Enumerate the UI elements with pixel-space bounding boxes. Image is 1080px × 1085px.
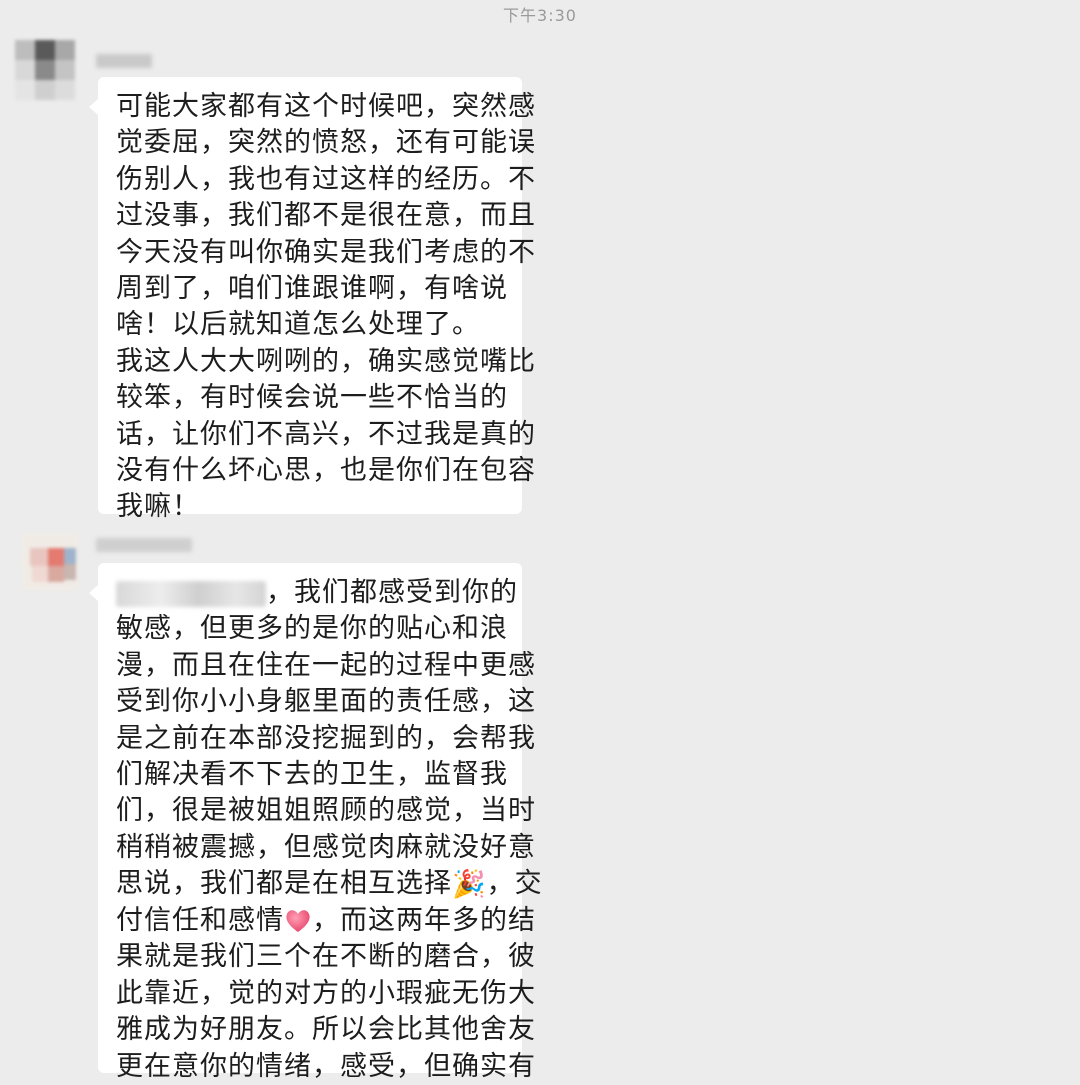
message-line: 果就是我们三个在不断的磨合，彼	[116, 941, 536, 973]
message-text: 付信任和感情	[116, 904, 284, 936]
sender-avatar-1[interactable]	[15, 40, 75, 100]
chat-timestamp: 下午3:30	[503, 6, 577, 25]
message-text: 思说，我们都是在相互选择	[116, 868, 452, 900]
sender-name-1	[96, 54, 152, 68]
message-bubble-1[interactable]: 可能大家都有这个时候吧，突然感 觉委屈，突然的愤怒，还有可能误 伤别人，我也有过…	[89, 77, 536, 522]
message-line: 过没事，我们都不是很在意，而且	[116, 200, 536, 232]
message-line: 思说，我们都是在相互选择🎉，交	[116, 866, 542, 903]
message-line: 受到你小小身躯里面的责任感，这	[116, 686, 536, 718]
message-line: 周到了，咱们谁跟谁啊，有啥说	[116, 273, 508, 305]
message-line: 我这人大大咧咧的，确实感觉嘴比	[116, 345, 536, 377]
sender-avatar-2[interactable]	[22, 534, 78, 590]
message-line: 们解决看不下去的卫生，监督我	[116, 759, 508, 791]
message-line: 漫，而且在住在一起的过程中更感	[116, 649, 536, 681]
message-line: 是之前在本部没挖掘到的，会帮我	[116, 722, 536, 754]
message-text: ，交	[486, 868, 543, 900]
message-line: 没有什么坏心思，也是你们在包容	[116, 455, 536, 487]
message-line: 较笨，有时候会说一些不恰当的	[116, 382, 508, 414]
message-line: 我嘛！	[116, 491, 200, 523]
message-line: 今天没有叫你确实是我们考虑的不	[116, 236, 536, 268]
message-line: 们，很是被姐姐照顾的感觉，当时	[116, 795, 536, 827]
message-line: ，我们都感受到你的	[116, 575, 517, 611]
heart-icon	[286, 910, 310, 933]
message-line: 更在意你的情绪，感受，但确实有	[116, 1050, 536, 1082]
message-line: 付信任和感情 ，而这两年多的结	[116, 903, 535, 939]
message-line: 伤别人，我也有过这样的经历。不	[116, 163, 536, 195]
redacted-name	[116, 580, 266, 607]
message-line: 此靠近，觉的对方的小瑕疵无伤大	[116, 977, 536, 1009]
party-popper-icon: 🎉	[452, 868, 487, 900]
message-line: 话，让你们不高兴，不过我是真的	[116, 418, 536, 450]
message-line: 雅成为好朋友。所以会比其他舍友	[116, 1014, 536, 1046]
message-line: 可能大家都有这个时候吧，突然感	[116, 91, 536, 122]
message-text: ，我们都感受到你的	[266, 577, 518, 608]
message-line: 敏感，但更多的是你的贴心和浪	[116, 613, 508, 645]
message-line: 稍稍被震撼，但感觉肉麻就没好意	[116, 831, 536, 863]
message-bubble-2[interactable]: ，我们都感受到你的 敏感，但更多的是你的贴心和浪 漫，而且在住在一起的过程中更感…	[89, 563, 542, 1082]
sender-name-2	[96, 538, 192, 552]
message-text: ，而这两年多的结	[312, 904, 536, 936]
message-line: 觉委屈，突然的愤怒，还有可能误	[116, 127, 536, 159]
message-line: 啥！以后就知道怎么处理了。	[116, 309, 480, 341]
